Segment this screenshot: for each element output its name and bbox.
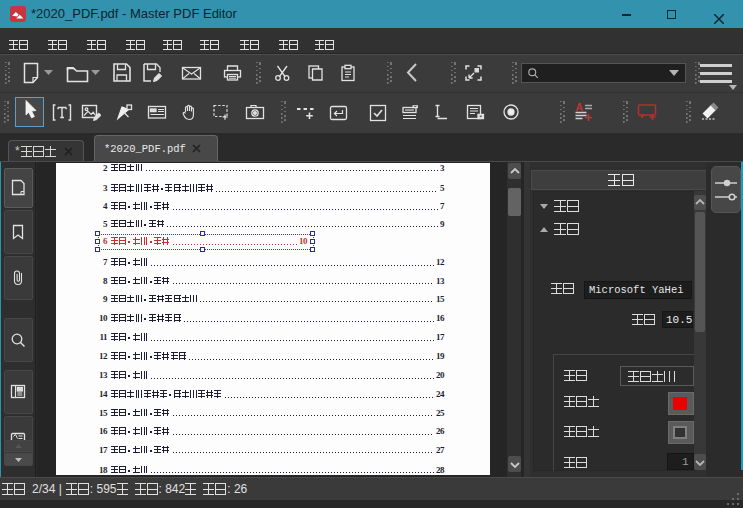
svg-text:A: A (576, 102, 584, 113)
